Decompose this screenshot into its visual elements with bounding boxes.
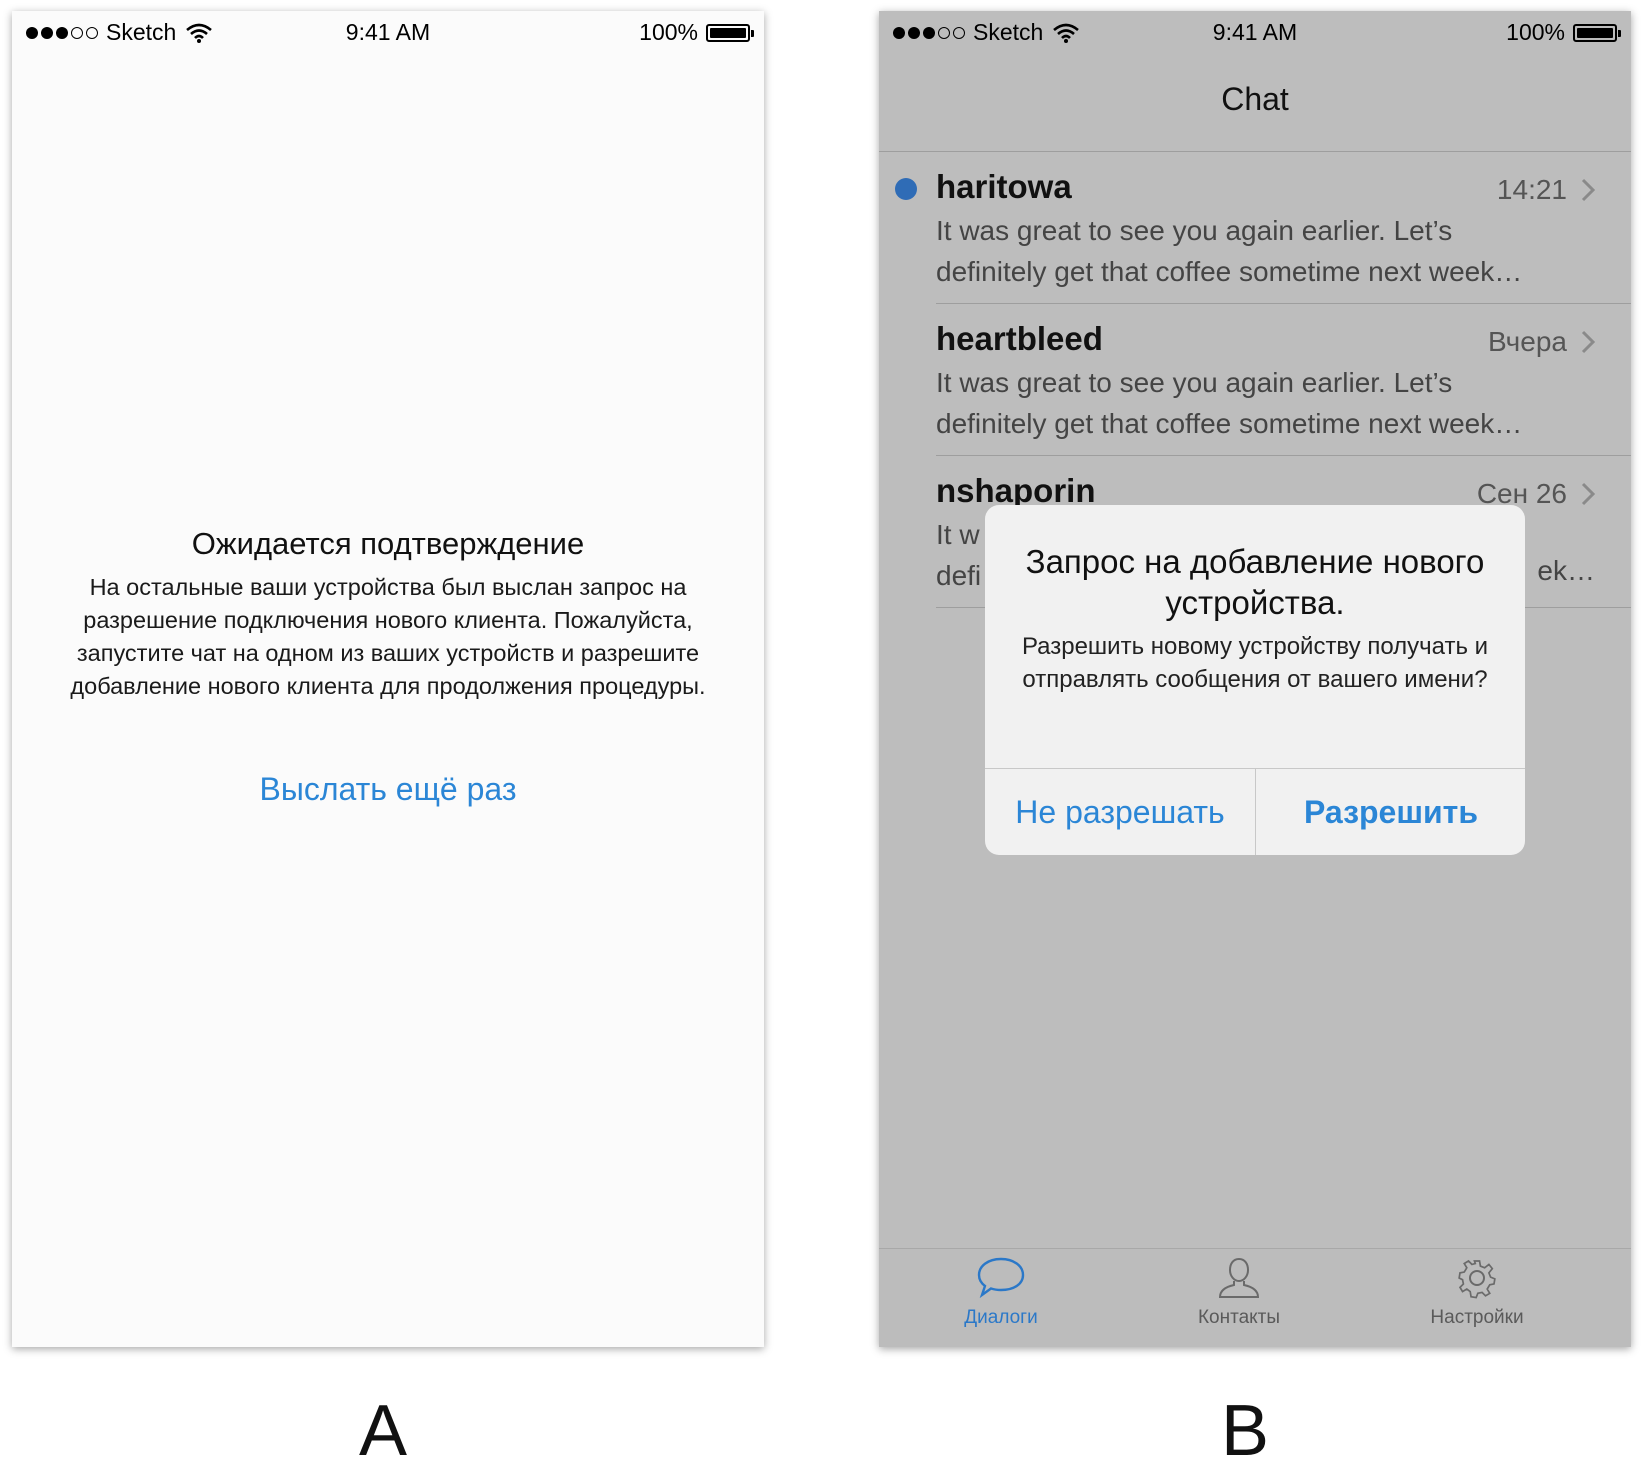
chat-preview-line1: It was great to see you again earlier. L… [936,367,1453,398]
tab-contacts[interactable]: Контакты [1159,1255,1319,1329]
status-bar: Sketch 9:41 AM 100% [12,11,764,55]
caption-a: A [359,1391,408,1471]
chat-name: heartbleed [936,320,1103,357]
status-bar: Sketch 9:41 AM 100% [879,11,1631,55]
resend-link[interactable]: Выслать ещё раз [12,771,764,808]
chat-bubble-icon [977,1257,1025,1299]
battery-icon [706,23,754,42]
tab-bar: Диалоги Контакты Настройки [879,1248,1631,1347]
chat-preview-line1: It was great to see you again earlier. L… [936,215,1453,246]
battery-icon [1573,23,1621,42]
chevron-right-icon [1581,482,1596,506]
waiting-confirmation-message: На остальные ваши устройства был выслан … [70,574,706,699]
chat-preview: It was great to see you again earlier. L… [936,210,1595,292]
alert-message: Разрешить новому устройству получать и о… [1021,633,1489,693]
tab-label: Настройки [1430,1307,1524,1328]
tab-dialogs[interactable]: Диалоги [921,1255,1081,1329]
chat-time: Вчера [1487,326,1567,357]
alert-title: Запрос на добавление нового устройства. [1025,543,1485,621]
unread-indicator [895,178,917,200]
chat-row-haritowa[interactable]: haritowa 14:21 It was great to see you a… [879,152,1631,304]
phone-screen-b: Sketch 9:41 AM 100% Chat haritowa 14:21 … [879,11,1631,1347]
add-device-alert: Запрос на добавление нового устройства. … [985,505,1525,855]
battery-percent: 100% [639,19,698,45]
deny-button[interactable]: Не разрешать [985,769,1255,855]
chat-time: 14:21 [1496,174,1567,205]
person-icon [1218,1257,1260,1298]
chevron-right-icon [1581,178,1596,202]
chat-preview-line2: definitely get that coffee sometime next… [936,256,1523,287]
gear-icon [1458,1259,1496,1299]
chat-name: haritowa [936,168,1072,205]
waiting-confirmation-title: Ожидается подтверждение [191,526,585,561]
chat-preview-line2: definitely get that coffee sometime next… [936,408,1523,439]
tab-label: Контакты [1197,1307,1281,1328]
tab-settings[interactable]: Настройки [1397,1255,1557,1329]
phone-screen-a: Sketch 9:41 AM 100% Ожидается подтвержде… [12,11,764,1347]
allow-button[interactable]: Разрешить [1256,769,1525,855]
tab-label: Диалоги [964,1307,1038,1328]
chat-preview: It was great to see you again earlier. L… [936,362,1595,444]
chevron-right-icon [1581,330,1596,354]
nav-title: Chat [1221,81,1289,117]
chat-preview-line2-tail: ek… [1537,555,1595,586]
battery-percent: 100% [1506,19,1565,45]
caption-b: B [1221,1391,1270,1471]
chat-row-heartbleed[interactable]: heartbleed Вчера It was great to see you… [879,304,1631,456]
